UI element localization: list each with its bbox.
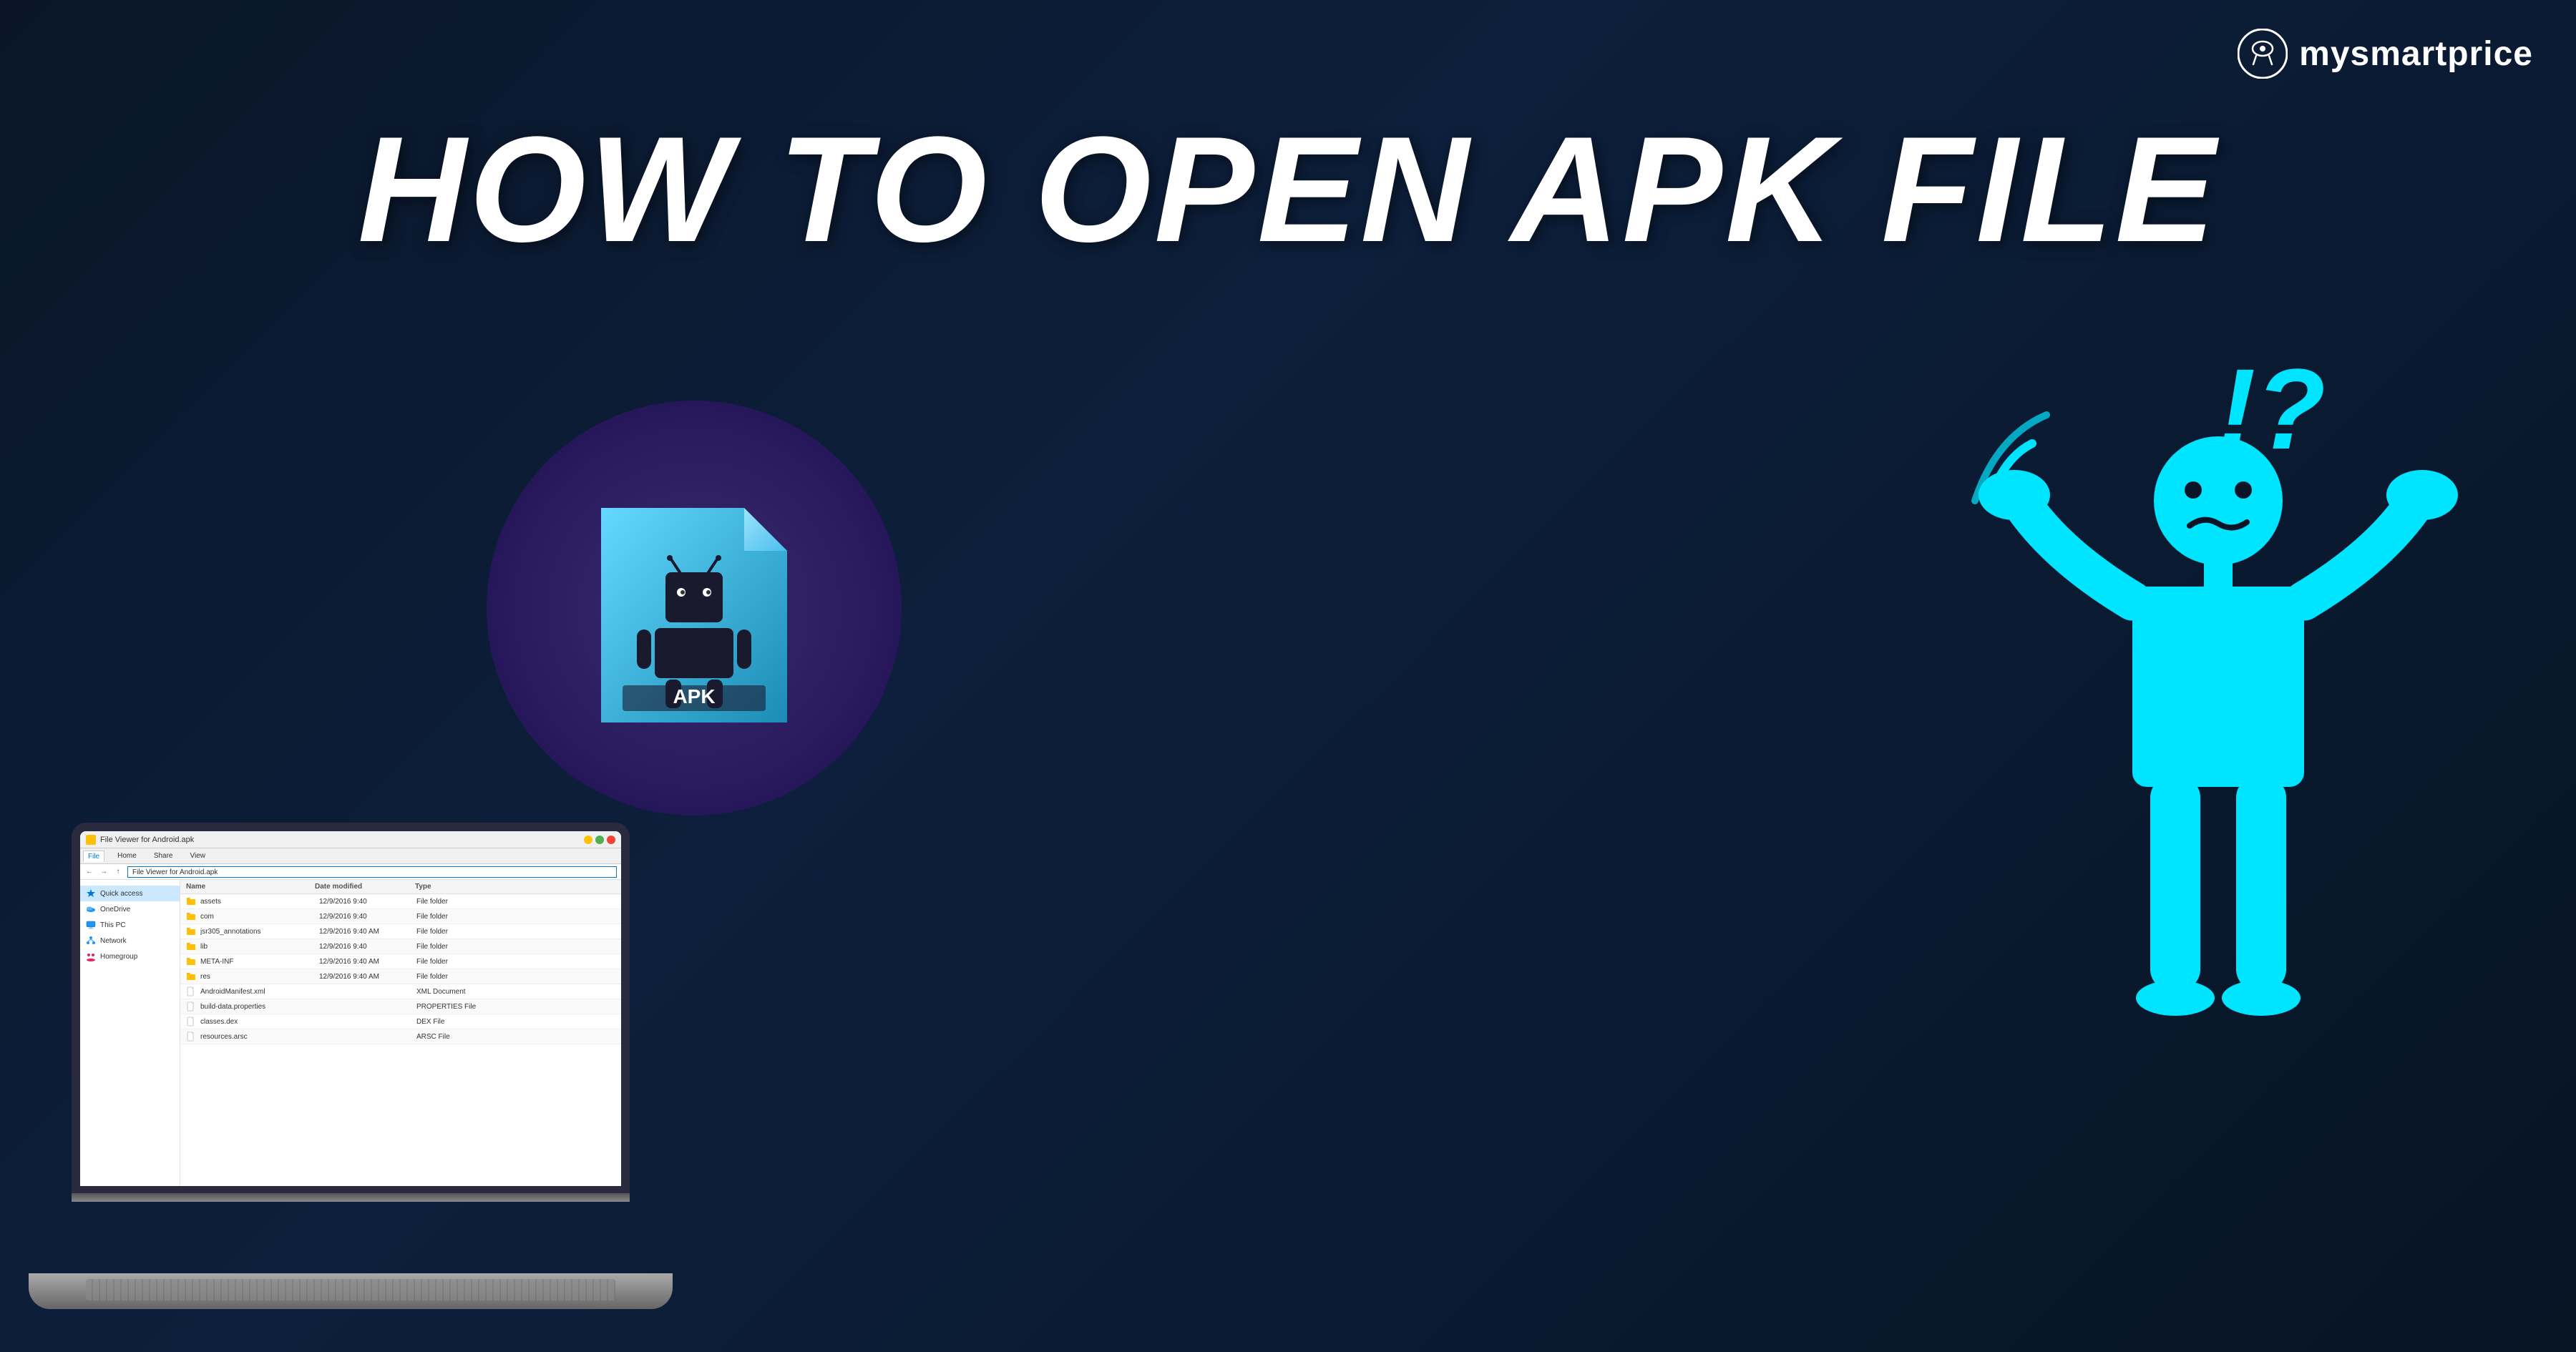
file-name: res — [200, 973, 315, 981]
file-type: XML Document — [416, 988, 615, 996]
titlebar-controls — [584, 836, 615, 844]
laptop-keyboard — [86, 1279, 615, 1300]
onedrive-icon — [86, 904, 96, 914]
sidebar-item-homegroup[interactable]: Homegroup — [80, 949, 180, 964]
header-date: Date modified — [315, 883, 415, 891]
explorer-body: Quick access OneDrive — [80, 880, 621, 1186]
file-icon — [186, 1001, 196, 1011]
header-type: Type — [415, 883, 615, 891]
table-row[interactable]: jsr305_annotations 12/9/2016 9:40 AM Fil… — [180, 924, 621, 939]
up-button[interactable]: ↑ — [113, 867, 123, 877]
minimize-button[interactable] — [584, 836, 592, 844]
confused-arcs — [1961, 386, 2104, 515]
file-name: build-data.properties — [200, 1003, 315, 1011]
explorer-titlebar: File Viewer for Android.apk — [80, 831, 621, 848]
page-title: HOW TO OPEN APK FILE — [0, 114, 2576, 265]
computer-icon — [86, 920, 96, 930]
address-bar: ← → ↑ File Viewer for Android.apk — [80, 864, 621, 880]
folder-icon — [186, 941, 196, 951]
file-type: File folder — [416, 898, 615, 906]
table-row[interactable]: assets 12/9/2016 9:40 File folder — [180, 894, 621, 909]
tab-home[interactable]: Home — [113, 851, 141, 861]
file-name: AndroidManifest.xml — [200, 988, 315, 996]
file-icon — [186, 1032, 196, 1042]
table-row[interactable]: META-INF 12/9/2016 9:40 AM File folder — [180, 954, 621, 969]
file-date: 12/9/2016 9:40 AM — [319, 973, 412, 981]
file-list-header: Name Date modified Type — [180, 880, 621, 894]
header-name: Name — [186, 883, 315, 891]
svg-text:APK: APK — [673, 685, 715, 707]
sidebar-item-quick-access[interactable]: Quick access — [80, 886, 180, 901]
file-icon — [186, 986, 196, 996]
sidebar-item-this-pc[interactable]: This PC — [80, 917, 180, 933]
file-name: lib — [200, 943, 315, 951]
forward-button[interactable]: → — [99, 867, 109, 877]
file-list: Name Date modified Type assets 12/9/2016… — [180, 880, 621, 1186]
apk-circle: APK — [487, 401, 902, 815]
folder-icon — [186, 956, 196, 966]
file-date: 12/9/2016 9:40 AM — [319, 928, 412, 936]
folder-icon — [186, 926, 196, 936]
file-type: DEX File — [416, 1018, 615, 1026]
file-type: File folder — [416, 973, 615, 981]
file-name: assets — [200, 898, 315, 906]
file-type: PROPERTIES File — [416, 1003, 615, 1011]
table-row[interactable]: classes.dex DEX File — [180, 1014, 621, 1029]
homegroup-icon — [86, 951, 96, 961]
file-date: 12/9/2016 9:40 — [319, 943, 412, 951]
folder-icon — [186, 911, 196, 921]
close-button[interactable] — [607, 836, 615, 844]
file-name: classes.dex — [200, 1018, 315, 1026]
tab-share[interactable]: Share — [150, 851, 177, 861]
file-date: 12/9/2016 9:40 — [319, 913, 412, 921]
folder-icon — [186, 896, 196, 906]
titlebar-folder-icon — [86, 835, 96, 845]
address-path[interactable]: File Viewer for Android.apk — [127, 866, 617, 878]
logo-text: mysmartprice — [2299, 34, 2533, 74]
ribbon-tabs: File Home Share View — [80, 848, 621, 864]
file-date: 12/9/2016 9:40 — [319, 898, 412, 906]
table-row[interactable]: build-data.properties PROPERTIES File — [180, 999, 621, 1014]
folder-icon — [186, 971, 196, 981]
table-row[interactable]: res 12/9/2016 9:40 AM File folder — [180, 969, 621, 984]
file-explorer: File Viewer for Android.apk File Home Sh… — [80, 831, 621, 1186]
network-icon — [86, 936, 96, 946]
file-type: ARSC File — [416, 1033, 615, 1041]
file-type: File folder — [416, 958, 615, 966]
explorer-sidebar: Quick access OneDrive — [80, 880, 180, 1186]
table-row[interactable]: lib 12/9/2016 9:40 File folder — [180, 939, 621, 954]
logo-area: mysmartprice — [2238, 29, 2533, 79]
file-type: File folder — [416, 928, 615, 936]
table-row[interactable]: resources.arsc ARSC File — [180, 1029, 621, 1044]
star-icon — [86, 888, 96, 898]
titlebar-title: File Viewer for Android.apk — [100, 836, 580, 844]
file-name: com — [200, 913, 315, 921]
maximize-button[interactable] — [595, 836, 604, 844]
sidebar-item-onedrive[interactable]: OneDrive — [80, 901, 180, 917]
file-name: resources.arsc — [200, 1033, 315, 1041]
file-date: 12/9/2016 9:40 AM — [319, 958, 412, 966]
file-name: jsr305_annotations — [200, 928, 315, 936]
tab-view[interactable]: View — [186, 851, 210, 861]
sidebar-item-network[interactable]: Network — [80, 933, 180, 949]
table-row[interactable]: AndroidManifest.xml XML Document — [180, 984, 621, 999]
mysmartprice-logo-icon — [2238, 29, 2288, 79]
table-row[interactable]: com 12/9/2016 9:40 File folder — [180, 909, 621, 924]
file-name: META-INF — [200, 958, 315, 966]
laptop-screen: File Viewer for Android.apk File Home Sh… — [72, 823, 630, 1195]
file-icon — [186, 1017, 196, 1027]
tab-file[interactable]: File — [83, 851, 104, 862]
file-rows-container: assets 12/9/2016 9:40 File folder com 12… — [180, 894, 621, 1044]
file-type: File folder — [416, 913, 615, 921]
laptop-base — [29, 1273, 673, 1309]
stick-figure — [1968, 415, 2469, 1202]
laptop-illustration: File Viewer for Android.apk File Home Sh… — [29, 823, 673, 1309]
laptop-hinge — [72, 1193, 630, 1202]
apk-file-icon: APK — [587, 479, 801, 737]
file-type: File folder — [416, 943, 615, 951]
back-button[interactable]: ← — [84, 867, 94, 877]
